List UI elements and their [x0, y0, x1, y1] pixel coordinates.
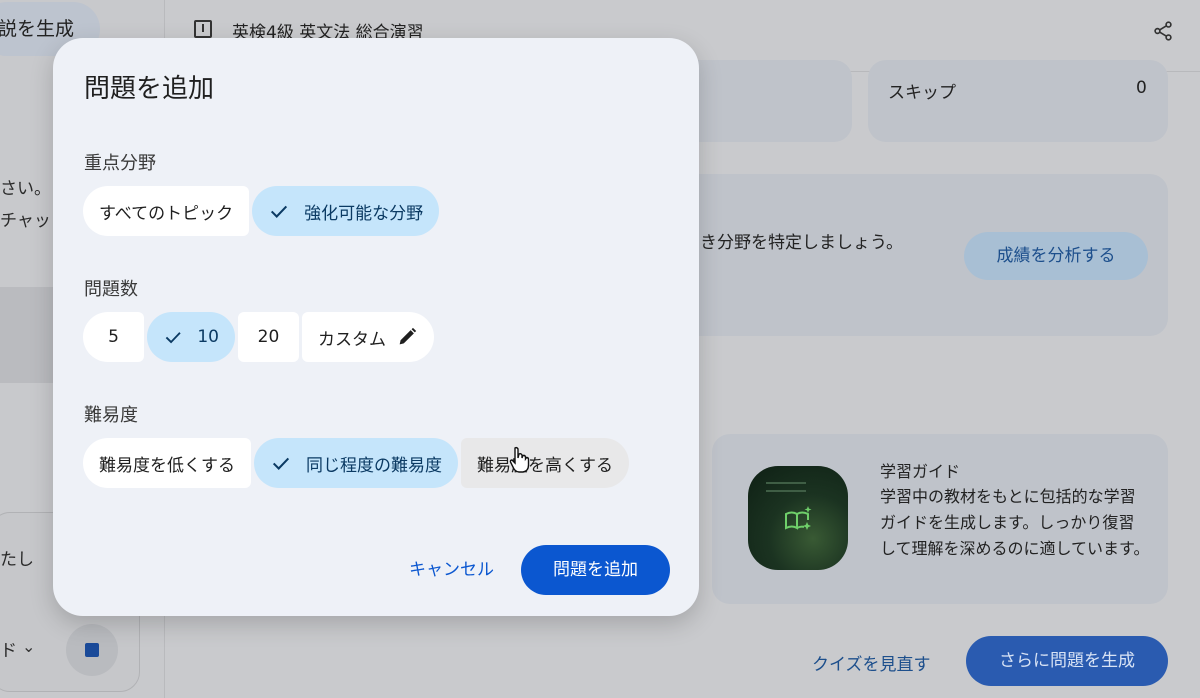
model-dropdown-label[interactable]: ド [0, 636, 17, 661]
check-icon [165, 332, 181, 344]
study-guide-title: 学習ガイド [880, 462, 961, 481]
book-sparkle-icon [785, 506, 812, 530]
add-questions-dialog: 問題を追加 重点分野 すべてのトピック 強化可能な分野 問題数 5 10 20 … [53, 38, 699, 616]
quiz-icon [194, 20, 212, 38]
chip-difficulty-higher[interactable]: 難易度を高くする [461, 438, 629, 488]
dialog-title: 問題を追加 [84, 74, 215, 104]
skip-value: 0 [1136, 78, 1147, 98]
chat-input-text: たし [0, 550, 34, 570]
chip-difficulty-lower[interactable]: 難易度を低くする [83, 438, 251, 488]
chat-text-line: チャッ [0, 211, 51, 231]
chip-improvable-areas[interactable]: 強化可能な分野 [252, 186, 440, 236]
analysis-text: き分野を特定しましょう。 [700, 233, 903, 253]
review-quiz-link[interactable]: クイズを見直す [812, 650, 931, 675]
study-guide-description: 学習中の教材をもとに包括的な学習ガイドを生成します。しっかり復習して理解を深める… [880, 487, 1150, 558]
add-questions-button[interactable]: 問題を追加 [521, 545, 670, 595]
chip-all-topics[interactable]: すべてのトピック [83, 186, 250, 236]
skip-label: スキップ [888, 83, 956, 103]
chip-difficulty-same[interactable]: 同じ程度の難易度 [254, 438, 458, 488]
chip-count-10[interactable]: 10 [147, 312, 235, 362]
share-icon[interactable] [1152, 20, 1174, 42]
focus-area-chips: すべてのトピック 強化可能な分野 [83, 186, 442, 236]
cancel-button[interactable]: キャンセル [397, 545, 506, 595]
chip-count-custom[interactable]: カスタム [302, 312, 434, 362]
chevron-down-icon[interactable]: ⌄ [22, 637, 35, 656]
stop-button[interactable] [66, 624, 118, 676]
generate-more-button[interactable]: さらに問題を生成 [966, 636, 1168, 686]
check-icon [272, 457, 290, 470]
chat-message-bubble [0, 287, 60, 383]
check-icon [271, 205, 288, 218]
study-guide-thumbnail [748, 466, 848, 570]
focus-area-label: 重点分野 [84, 153, 156, 174]
difficulty-chips: 難易度を低くする 同じ程度の難易度 難易度を高くする [83, 438, 632, 488]
chip-count-20[interactable]: 20 [238, 312, 299, 362]
question-count-label: 問題数 [84, 279, 138, 300]
stats-card [680, 60, 852, 142]
analyze-results-button[interactable]: 成績を分析する [964, 232, 1148, 280]
hand-pointer-icon [509, 446, 530, 473]
chip-count-5[interactable]: 5 [83, 312, 144, 362]
chat-text-line: さい。 [0, 179, 51, 199]
question-count-chips: 5 10 20 カスタム [83, 312, 437, 362]
stop-icon [85, 643, 99, 657]
difficulty-label: 難易度 [84, 405, 138, 426]
pencil-icon [399, 327, 417, 345]
